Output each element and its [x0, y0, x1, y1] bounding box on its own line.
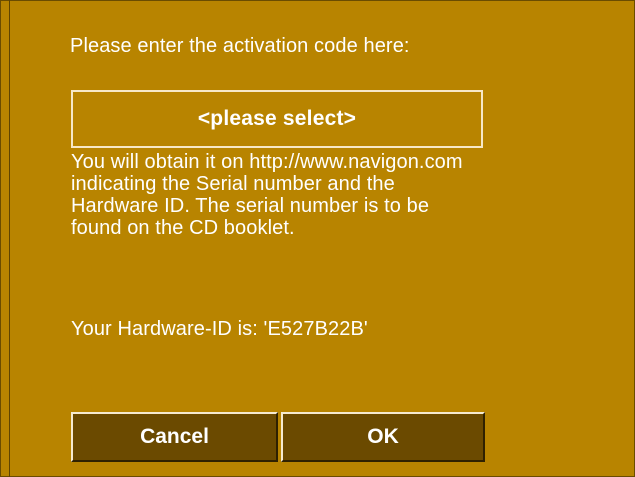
ok-button-label: OK: [367, 425, 399, 448]
cancel-button-label: Cancel: [140, 425, 209, 448]
activation-code-select-label: <please select>: [197, 107, 357, 130]
activation-dialog: { "dialog": { "prompt": "Please enter th…: [0, 0, 635, 477]
activation-prompt-label: Please enter the activation code here:: [70, 35, 410, 57]
ok-button[interactable]: OK: [281, 412, 485, 462]
activation-info-text: You will obtain it on http://www.navigon…: [71, 151, 463, 239]
cancel-button[interactable]: Cancel: [71, 412, 278, 462]
activation-code-select[interactable]: <please select>: [71, 90, 483, 148]
left-edge-divider: [9, 0, 10, 477]
hardware-id-text: Your Hardware-ID is: 'E527B22B': [71, 318, 368, 340]
